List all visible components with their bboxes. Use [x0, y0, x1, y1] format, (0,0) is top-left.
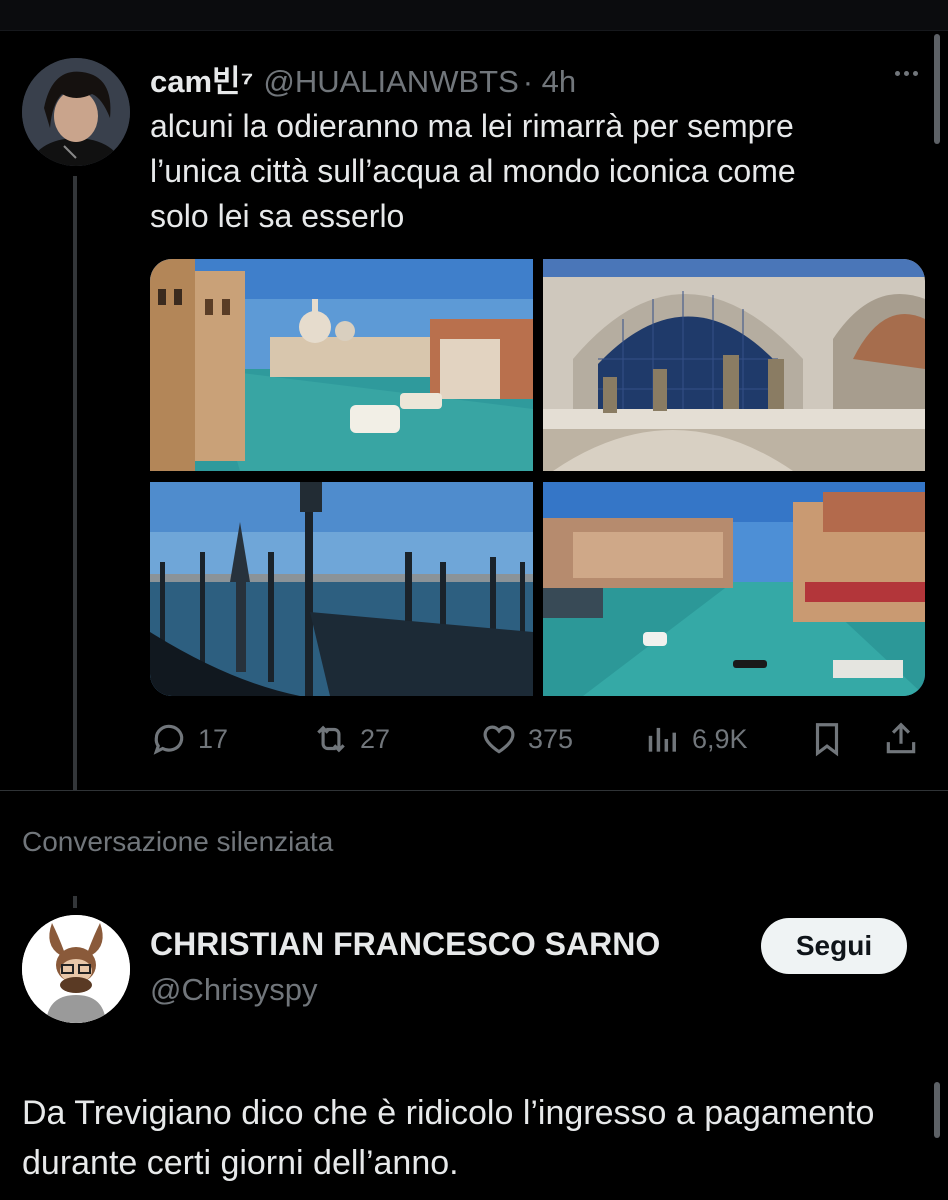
gondola-pier-photo[interactable] — [150, 482, 533, 696]
repost-button[interactable]: 27 — [312, 716, 390, 762]
display-name[interactable]: CHRISTIAN FRANCESCO SARNO — [150, 926, 660, 963]
divider — [0, 790, 948, 791]
view-count: 6,9K — [692, 723, 748, 754]
like-count: 375 — [528, 723, 574, 754]
share-button[interactable] — [882, 716, 920, 762]
user-handle[interactable]: @Chrisyspy — [150, 972, 318, 1008]
thread-connector — [73, 896, 77, 908]
bookmark-icon — [815, 723, 839, 757]
bookmark-button[interactable] — [808, 716, 846, 762]
reply-count: 17 — [198, 723, 229, 754]
grand-canal-photo[interactable] — [150, 259, 533, 471]
share-icon — [886, 722, 916, 754]
st-marks-basilica-photo[interactable] — [543, 259, 925, 471]
analytics-icon — [648, 727, 676, 752]
scrollbar[interactable] — [934, 1082, 940, 1138]
reply-icon — [153, 724, 184, 755]
tweet-text: Da Trevigiano dico che è ridicolo l’ingr… — [22, 1094, 875, 1182]
like-button[interactable]: 375 — [480, 716, 573, 762]
user-handle[interactable]: @HUALIANWBTS — [263, 64, 518, 99]
views-button[interactable]: 6,9K — [644, 716, 748, 762]
follow-button[interactable]: Segui — [761, 918, 907, 974]
tweet-text: alcuni la odieranno ma lei rimarrà per s… — [150, 108, 796, 234]
avatar[interactable] — [22, 915, 130, 1023]
more-options-icon[interactable] — [886, 58, 926, 88]
thread-line — [73, 176, 77, 790]
scrollbar[interactable] — [934, 34, 940, 144]
repost-count: 27 — [360, 723, 391, 754]
tweet-actions: 17 27 375 6,9K — [150, 716, 925, 762]
display-name[interactable]: cam빈⁷ — [150, 64, 253, 99]
tweet-header: cam빈⁷ @HUALIANWBTS · 4h — [150, 56, 576, 101]
media-grid — [150, 259, 925, 696]
canal-boats-photo[interactable] — [543, 482, 925, 696]
repost-icon — [317, 725, 345, 753]
timestamp[interactable]: · 4h — [523, 64, 576, 99]
muted-conversation-label: Conversazione silenziata — [22, 826, 334, 857]
avatar[interactable] — [22, 58, 130, 166]
reply-button[interactable]: 17 — [150, 716, 228, 762]
top-bar — [0, 0, 948, 31]
heart-icon — [483, 725, 515, 754]
